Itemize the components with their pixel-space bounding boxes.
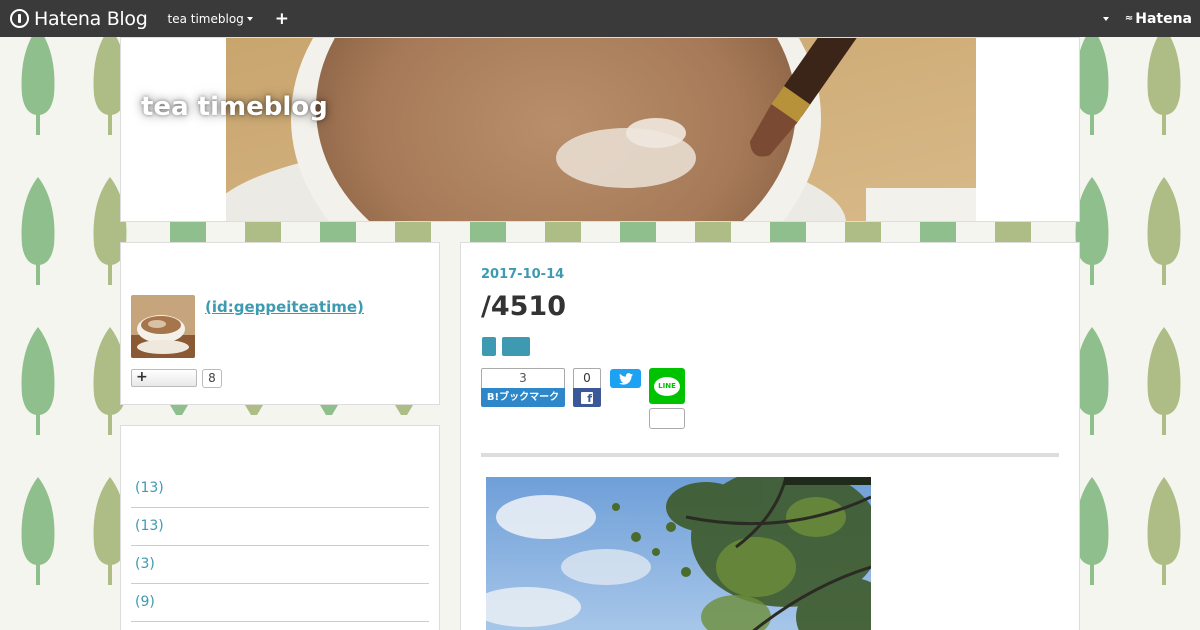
facebook-icon: f [581, 391, 593, 405]
blog-header: tea timeblog [120, 37, 1080, 222]
hatena-brand-icon: ≈ [1124, 13, 1133, 24]
category-item[interactable]: (9) [131, 584, 429, 622]
hatena-brand-label: Hatena [1135, 10, 1192, 27]
facebook-share-button[interactable]: 0 f [573, 368, 602, 407]
entry-article: 2017-10-14 /4510 3 B!ブックマーク 0 f LINE [460, 242, 1080, 630]
line-share-count [649, 408, 685, 429]
line-share-button[interactable]: LINE [649, 368, 685, 404]
facebook-share-count: 0 [573, 368, 601, 388]
follower-count[interactable]: 8 [202, 369, 222, 388]
hatena-blog-logo-icon [10, 9, 29, 28]
profile-module: (id:geppeiteatime) + 8 [120, 242, 440, 405]
facebook-share-label[interactable]: f [573, 388, 601, 407]
header-image [226, 38, 976, 221]
blog-switcher-menu[interactable]: tea timeblog [168, 12, 253, 26]
category-item[interactable]: (13) [131, 508, 429, 546]
category-item[interactable]: (3) [131, 546, 429, 584]
topbar-right: ≈ Hatena [1100, 11, 1192, 27]
entry-title[interactable]: /4510 [481, 291, 566, 322]
hatena-bookmark-label[interactable]: B!ブックマーク [481, 388, 565, 407]
global-header: Hatena Blog tea timeblog + ≈ Hatena [0, 0, 1200, 37]
new-post-button[interactable]: + [275, 9, 289, 29]
twitter-bird-icon [618, 372, 633, 385]
user-menu-chevron-down-icon[interactable] [1102, 16, 1109, 21]
chevron-down-icon [246, 16, 253, 21]
entry-photo[interactable] [486, 477, 871, 630]
entry-date[interactable]: 2017-10-14 [481, 267, 564, 282]
blog-switcher-label: tea timeblog [167, 11, 244, 26]
entry-category-tag[interactable] [502, 337, 530, 356]
category-item[interactable]: (13) [131, 470, 429, 508]
category-list: (13) (13) (3) (9) [131, 470, 429, 622]
avatar[interactable] [131, 295, 195, 358]
hatena-bookmark-button[interactable]: 3 B!ブックマーク [481, 368, 565, 408]
hatena-blog-logo-text: Hatena Blog [34, 7, 148, 30]
profile-user-id-link[interactable]: (id:geppeiteatime) [205, 298, 364, 316]
blog-title[interactable]: tea timeblog [141, 92, 328, 122]
entry-category-tag[interactable] [482, 337, 496, 356]
follow-button[interactable]: + [131, 369, 197, 387]
hatena-blog-logo[interactable]: Hatena Blog [10, 0, 148, 37]
entry-divider [481, 453, 1059, 457]
hatena-brand-link[interactable]: ≈ Hatena [1125, 11, 1192, 27]
twitter-share-button[interactable] [610, 369, 641, 388]
line-icon: LINE [654, 376, 680, 396]
hatena-bookmark-count[interactable]: 3 [481, 368, 565, 388]
category-module: (13) (13) (3) (9) [120, 425, 440, 630]
